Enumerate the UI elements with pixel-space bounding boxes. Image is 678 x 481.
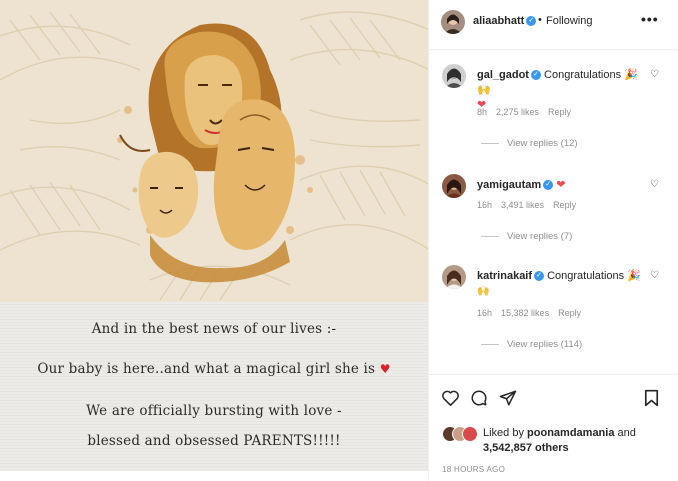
liker-avatars [442,426,480,444]
caption-line-4: blessed and obsessed PARENTS!!!!! [87,433,341,449]
header-username[interactable]: aliaabhatt ✓ [473,15,537,27]
caption-line-2: Our baby is here..and what a magical gir… [37,361,391,377]
comment-icon[interactable] [470,389,488,412]
comment-item: yamigautam ✓ ❤ ♡ 16h 3,491 likes Reply View… [429,174,678,249]
bookmark-icon[interactable] [644,389,659,412]
following-button[interactable]: Following [546,15,592,27]
comment-text: katrinakaif ✓ Congratulations 🎉 🙌 [477,269,647,299]
heart-icon[interactable]: ♡ [650,270,659,281]
comment-meta: 8h 2,275 likes Reply [477,107,580,117]
comment-username[interactable]: gal_gadot ✓ [477,69,541,81]
comment-username[interactable]: katrinakaif ✓ [477,270,545,282]
comment-time: 8h [477,107,488,117]
liked-by-username[interactable]: poonamdamania [527,427,614,439]
comment-item: katrinakaif ✓ Congratulations 🎉 🙌 ♡ 16h 15… [429,265,678,355]
liked-by-text: Liked by poonamdamania and 3,542,857 oth… [483,427,636,454]
avatar[interactable] [462,426,478,442]
verified-badge-icon: ✓ [530,70,541,81]
view-replies-button[interactable]: View replies (114) [481,339,582,350]
avatar[interactable] [441,10,465,34]
verified-badge-icon: ✓ [526,16,537,27]
caption-line-1: And in the best news of our lives :- [91,321,337,337]
comment-time: 16h [477,308,493,318]
red-heart-icon: ♥ [379,362,391,376]
avatar[interactable] [442,265,466,289]
more-options-icon[interactable]: ••• [641,11,659,27]
image-bottom-edge [0,471,428,481]
reply-button[interactable]: Reply [553,200,576,210]
share-icon[interactable] [499,389,517,412]
separator-dot: • [538,14,542,26]
comment-likes[interactable]: 2,275 likes [496,107,539,117]
post-header: aliaabhatt ✓ • Following ••• [429,0,678,50]
lion-family-illustration [0,0,428,302]
verified-badge-icon: ✓ [534,271,545,282]
likes-count[interactable]: 3,542,857 others [483,442,569,454]
comment-likes[interactable]: 3,491 likes [501,200,544,210]
replies-divider [481,142,499,144]
caption-line-3: We are officially bursting with love - [86,403,342,419]
reply-button[interactable]: Reply [558,308,581,318]
comment-meta: 16h 3,491 likes Reply [477,200,585,210]
heart-icon[interactable]: ♡ [650,179,659,190]
reply-button[interactable]: Reply [548,107,571,117]
avatar[interactable] [442,174,466,198]
comment-meta: 16h 15,382 likes Reply [477,308,590,318]
comment-second-line: 🙌 [477,286,490,297]
comment-text: yamigautam ✓ ❤ [477,178,647,193]
comment-username[interactable]: yamigautam ✓ [477,179,554,191]
heart-icon[interactable]: ♡ [650,69,659,80]
replies-divider [481,235,499,237]
view-replies-button[interactable]: View replies (12) [481,138,578,149]
comment-item: gal_gadot ✓ Congratulations 🎉🙌 ❤ ♡ 8h 2,27… [429,64,678,154]
comment-time: 16h [477,200,493,210]
post-side-panel: aliaabhatt ✓ • Following ••• gal_gadot ✓ C… [428,0,678,481]
replies-divider [481,343,499,345]
action-bar [429,374,678,420]
comment-likes[interactable]: 15,382 likes [501,308,549,318]
caption-card: And in the best news of our lives :- Our… [0,302,428,481]
view-replies-button[interactable]: View replies (7) [481,231,572,242]
heart-icon[interactable] [441,389,460,411]
avatar[interactable] [442,64,466,88]
verified-badge-icon: ✓ [543,180,554,191]
post-timestamp[interactable]: 18 HOURS AGO [442,465,505,474]
comment-body: Congratulations 🎉 [547,270,641,282]
comment-body: ❤ [556,179,566,191]
post-image[interactable]: And in the best news of our lives :- Our… [0,0,428,481]
